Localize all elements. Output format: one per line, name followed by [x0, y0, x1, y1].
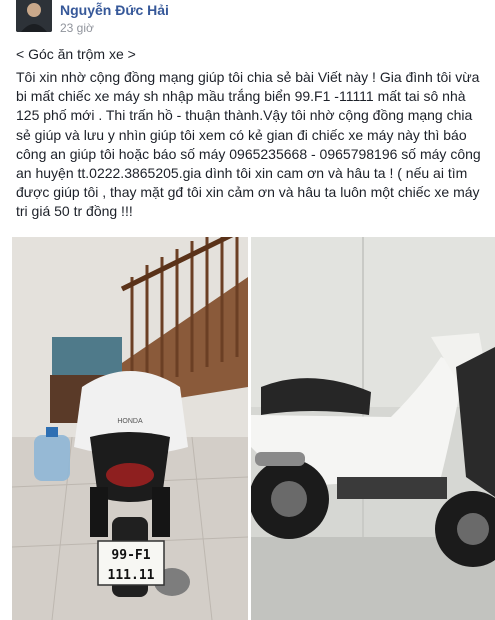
brand-badge: HONDA [117, 418, 143, 425]
license-plate: 99-F1 111.11 [97, 540, 165, 586]
photo-grid: 99-F1 111.11 HONDA [12, 237, 495, 620]
author-name[interactable]: Nguyễn Đức Hải [60, 2, 169, 18]
author-avatar[interactable] [16, 0, 52, 32]
photo-rear-view[interactable]: 99-F1 111.11 HONDA [12, 237, 248, 620]
plate-line1: 99-F1 [111, 548, 150, 563]
avatar-image [16, 0, 52, 32]
post-timestamp[interactable]: 23 giờ [60, 21, 94, 35]
post-body: Tôi xin nhờ cộng đồng mạng giúp tôi chia… [16, 68, 486, 222]
post-header: Nguyễn Đức Hải 23 giờ [0, 0, 495, 38]
post-caption: < Góc ăn trộm xe > [16, 46, 136, 62]
post-body-text: Tôi xin nhờ cộng đồng mạng giúp tôi chia… [16, 69, 481, 220]
plate-line2: 111.11 [108, 568, 155, 583]
photo-side-view[interactable] [251, 237, 495, 620]
